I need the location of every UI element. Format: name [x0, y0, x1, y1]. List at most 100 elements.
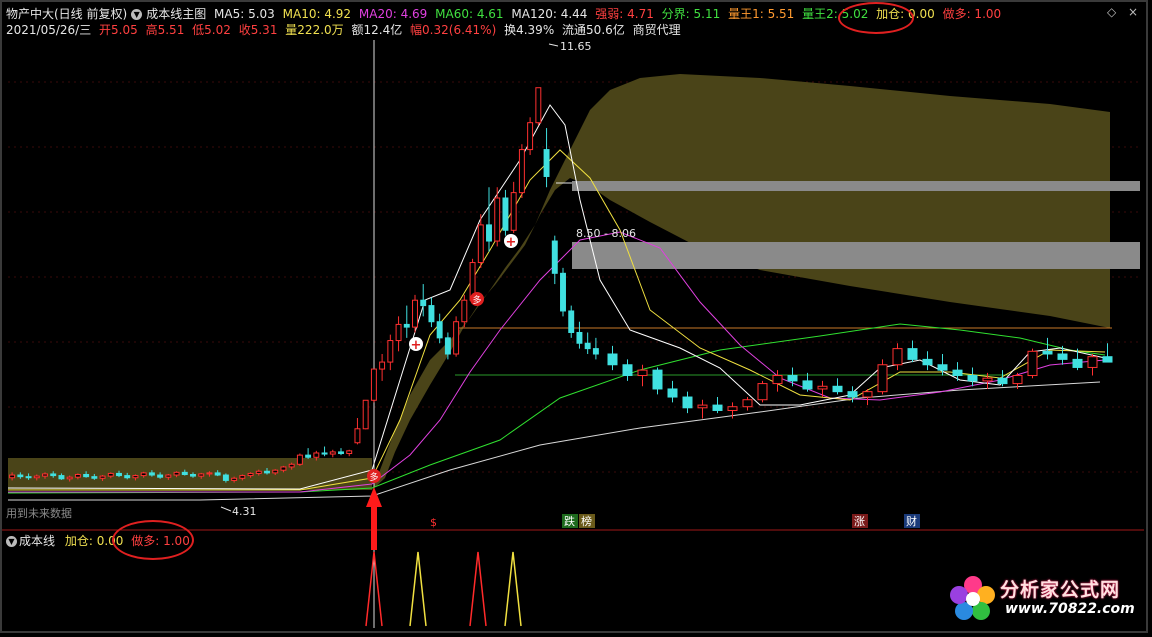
candle-body [181, 471, 188, 475]
candle-body [42, 473, 48, 477]
sub-signal-4 [504, 551, 522, 627]
candle-body [952, 369, 963, 377]
candle-body [622, 364, 633, 377]
candle-body [190, 473, 196, 477]
candle-body [568, 310, 575, 333]
candle-body [239, 475, 246, 479]
candle-body [444, 337, 451, 355]
candle-body [543, 149, 550, 177]
candle-body [637, 369, 648, 377]
candle-body [667, 388, 678, 398]
candle-body [535, 87, 542, 124]
candle-body [477, 224, 484, 264]
candle-body [494, 197, 501, 242]
candle-body [206, 472, 213, 475]
candle-body [742, 399, 753, 408]
sub-panel-title[interactable]: 成本线 [19, 534, 55, 548]
candle-body [58, 475, 65, 480]
bottom-label: 4.31 [232, 505, 257, 518]
candle-body [802, 380, 813, 390]
candle-body [1087, 356, 1098, 368]
candle-body [712, 404, 723, 411]
candle-body [1012, 375, 1023, 385]
petal [977, 586, 995, 604]
candle-body [288, 463, 295, 468]
candle-body [997, 377, 1008, 385]
candle-body [436, 321, 443, 339]
candle-body [346, 450, 353, 455]
candle-body [937, 364, 948, 371]
candle-body [403, 323, 410, 328]
tag-cai: 财 [906, 514, 917, 528]
candle-body [551, 240, 558, 274]
sub-panel-header: ▼ 成本线 加仓: 0.00 做多: 1.00 [6, 532, 190, 549]
candle-body [198, 473, 205, 477]
candle-body [787, 375, 798, 382]
candle-body [370, 368, 377, 401]
candle-body [132, 475, 139, 479]
candle-body [280, 466, 287, 471]
candle-body [560, 272, 566, 312]
plus-marker-1-label: + [411, 338, 422, 353]
candle-body [354, 428, 361, 444]
candle-body [847, 391, 858, 398]
candle-body [428, 305, 435, 323]
tag-die: 跌 [564, 514, 575, 528]
site-logo: 分析家公式网 www.70822.com [945, 573, 1140, 623]
sub-jiacang: 加仓: 0.00 [64, 534, 124, 548]
sub-signals [365, 551, 522, 627]
candle-body [313, 452, 320, 458]
petal [950, 586, 968, 604]
candle-body [772, 375, 783, 385]
candle-body [982, 377, 993, 382]
candle-body [91, 476, 98, 479]
candle-body [74, 473, 81, 478]
candle-body [231, 477, 238, 481]
candle-body [214, 472, 221, 476]
candle-body [99, 475, 106, 479]
candle-body [461, 299, 468, 323]
candle-body [222, 474, 229, 481]
sub-zuoduo: 做多: 1.00 [131, 534, 190, 548]
sub-signal-3 [469, 551, 487, 627]
candle-body [107, 472, 114, 477]
candle-body [338, 451, 344, 455]
candle-body [296, 454, 303, 465]
candle-body [420, 299, 427, 307]
flower-center [966, 592, 980, 606]
candle-body [25, 476, 32, 479]
logo-url: www.70822.com [1005, 601, 1135, 617]
candle-body [757, 383, 768, 401]
candle-body [362, 399, 369, 430]
candle-body [584, 342, 591, 350]
candle-body [140, 472, 147, 477]
candle-body [1072, 358, 1083, 368]
flower-icon [950, 576, 995, 620]
candle-body [697, 404, 708, 409]
candle-body [967, 375, 978, 382]
cost-band-left [8, 458, 372, 490]
candle-body [157, 474, 164, 478]
candle-body [148, 472, 155, 476]
future-data-note: 用到未来数据 [6, 507, 72, 520]
candle-body [576, 331, 583, 344]
candle-body [9, 474, 16, 479]
candle-body [124, 475, 131, 479]
candle-body [1102, 356, 1113, 363]
plus-marker-2-label: + [506, 235, 517, 250]
candle-body [486, 224, 492, 242]
tag-bang: 榜 [581, 514, 592, 528]
candle-body [922, 358, 933, 366]
candle-body [264, 470, 270, 474]
candle-body [116, 472, 122, 477]
candle-body [247, 472, 254, 477]
candle-body [510, 192, 517, 231]
candle-body [17, 474, 24, 478]
candle-body [305, 454, 312, 458]
candle-body [502, 197, 509, 231]
sub-dropdown-icon[interactable]: ▼ [6, 536, 17, 547]
cost-bands [8, 74, 1140, 490]
cost-band-main [372, 74, 1110, 490]
peak-label: 11.65 [560, 40, 592, 53]
candle-body [527, 122, 534, 151]
